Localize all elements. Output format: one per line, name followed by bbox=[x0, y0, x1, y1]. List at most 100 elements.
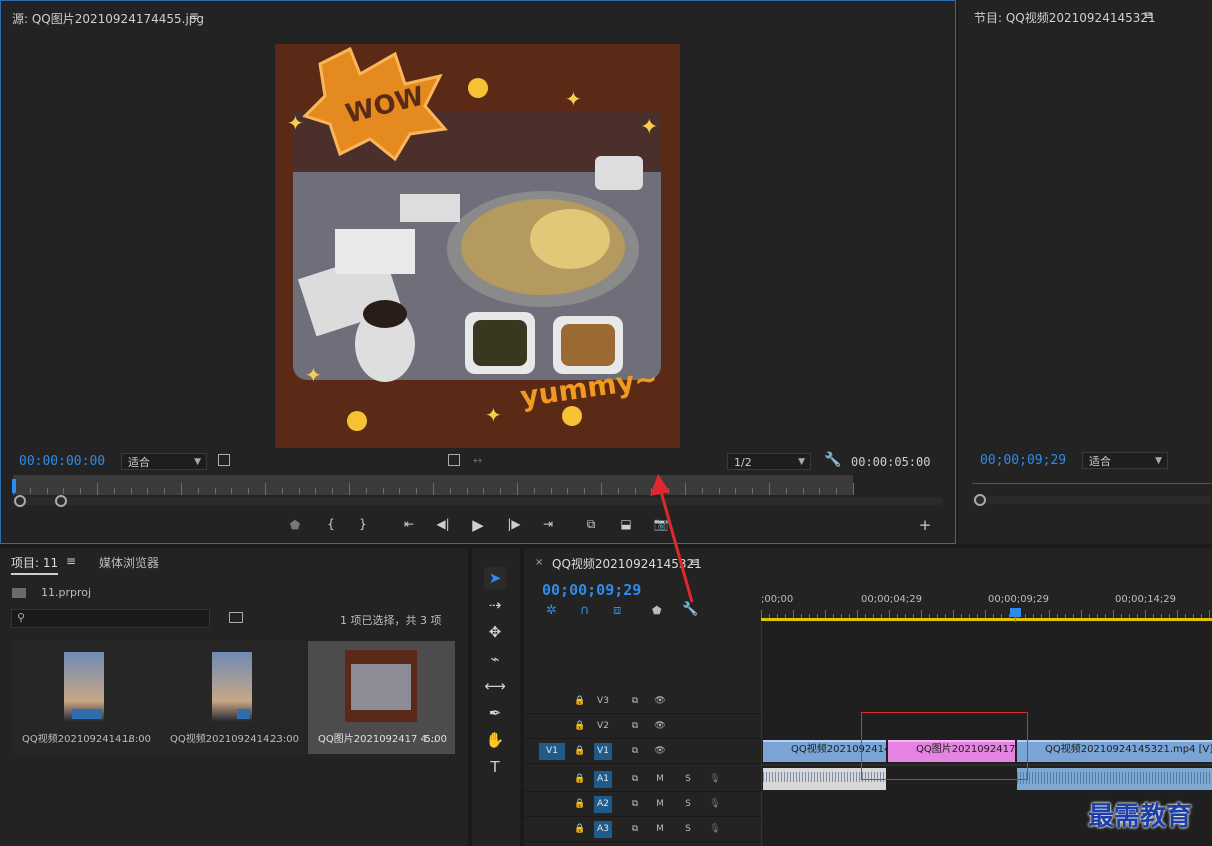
selection-status: 1 项已选择，共 3 项 bbox=[340, 614, 442, 627]
tab-media-browser[interactable]: 媒体浏览器 bbox=[99, 554, 159, 571]
type-tool-icon[interactable]: T bbox=[484, 756, 506, 778]
mute-button[interactable]: M bbox=[651, 771, 669, 788]
source-monitor-title[interactable]: 源: QQ图片20210924174455.jpg bbox=[12, 10, 204, 27]
sync-lock-icon[interactable]: ⧉ bbox=[626, 821, 644, 838]
hamburger-icon[interactable]: ≡ bbox=[189, 9, 199, 23]
track-v2[interactable]: 🔒 V2 ⧉ 👁 bbox=[524, 714, 761, 739]
source-zoom-bar[interactable] bbox=[13, 497, 943, 505]
step-forward-icon[interactable]: |▶ bbox=[504, 517, 524, 531]
lock-icon[interactable]: 🔒 bbox=[571, 771, 589, 788]
lock-icon[interactable]: 🔒 bbox=[571, 796, 589, 813]
eye-icon[interactable]: 👁 bbox=[651, 743, 669, 760]
video-clip[interactable]: QQ视频20210924145321.mp4 [V] bbox=[1017, 740, 1212, 762]
ruler-tick bbox=[785, 488, 787, 494]
lock-icon[interactable]: 🔒 bbox=[571, 718, 589, 735]
project-item-selected[interactable]: QQ图片2021092417 4... 5:00 bbox=[308, 641, 455, 754]
film-icon[interactable] bbox=[448, 454, 460, 466]
sync-lock-icon[interactable]: ⧉ bbox=[626, 771, 644, 788]
solo-button[interactable]: S bbox=[679, 771, 697, 788]
mute-button[interactable]: M bbox=[651, 821, 669, 838]
track-v1[interactable]: V1 🔒 V1 ⧉ 👁 bbox=[524, 739, 761, 764]
resolution-select[interactable]: 1/2 ▼ bbox=[727, 453, 811, 470]
mute-button[interactable]: M bbox=[651, 796, 669, 813]
source-patch-v1[interactable]: V1 bbox=[539, 743, 565, 760]
zoom-handle-left[interactable] bbox=[14, 495, 26, 507]
snap-icon[interactable]: ∩ bbox=[580, 603, 590, 618]
selection-tool-icon[interactable]: ➤ bbox=[484, 567, 506, 589]
program-zoom-bar[interactable] bbox=[972, 496, 1212, 504]
close-icon[interactable]: × bbox=[535, 557, 543, 568]
solo-button[interactable]: S bbox=[679, 821, 697, 838]
track-label[interactable]: A2 bbox=[594, 796, 612, 813]
program-timecode[interactable]: 00;00;09;29 bbox=[980, 453, 1066, 468]
track-label[interactable]: V1 bbox=[594, 743, 612, 760]
ripple-edit-tool-icon[interactable]: ✥ bbox=[484, 621, 506, 643]
search-field[interactable]: ⚲ bbox=[11, 609, 210, 628]
overwrite-icon[interactable]: ⬓ bbox=[616, 517, 636, 531]
add-button-icon[interactable]: + bbox=[915, 516, 935, 534]
timeline-ruler[interactable]: ;00;00 00;00;04;29 00;00;09;29 00;00;14;… bbox=[761, 588, 1212, 622]
program-monitor-title[interactable]: 节目: QQ视频20210924145321 bbox=[974, 9, 1156, 26]
track-a1[interactable]: 🔒 A1 ⧉ M S 🎙 bbox=[524, 767, 761, 792]
solo-button[interactable]: S bbox=[679, 796, 697, 813]
source-playhead[interactable] bbox=[12, 479, 16, 493]
project-item[interactable]: QQ视频2021092414... 18:00 bbox=[12, 641, 159, 754]
ruler-tick bbox=[969, 614, 970, 618]
track-a2[interactable]: 🔒 A2 ⧉ M S 🎙 bbox=[524, 792, 761, 817]
eye-icon[interactable]: 👁 bbox=[651, 718, 669, 735]
pen-tool-icon[interactable]: ✒ bbox=[484, 702, 506, 724]
new-bin-icon[interactable] bbox=[229, 612, 243, 623]
source-timecode-in[interactable]: 00:00:00:00 bbox=[19, 454, 105, 469]
play-icon[interactable]: ▶ bbox=[468, 516, 488, 534]
razor-tool-icon[interactable]: ⌁ bbox=[484, 648, 506, 670]
slip-tool-icon[interactable]: ⟷ bbox=[484, 675, 506, 697]
timeline-timecode[interactable]: 00;00;09;29 bbox=[542, 581, 641, 599]
audio-clip[interactable] bbox=[1017, 768, 1212, 790]
track-label[interactable]: V3 bbox=[594, 693, 612, 710]
zoom-handle-left[interactable] bbox=[974, 494, 986, 506]
mic-icon[interactable]: 🎙 bbox=[706, 796, 724, 813]
track-label[interactable]: A1 bbox=[594, 771, 612, 788]
track-select-tool-icon[interactable]: ⇢ bbox=[484, 594, 506, 616]
program-zoom-select[interactable]: 适合 ▼ bbox=[1082, 452, 1168, 469]
settings-icon[interactable] bbox=[218, 454, 230, 466]
hamburger-icon[interactable]: ≡ bbox=[1143, 8, 1153, 22]
source-timeline-ruler[interactable] bbox=[13, 475, 854, 495]
track-a3[interactable]: 🔒 A3 ⧉ M S 🎙 bbox=[524, 817, 761, 842]
step-back-icon[interactable]: ◀| bbox=[433, 517, 453, 531]
sync-lock-icon[interactable]: ⧉ bbox=[626, 743, 644, 760]
audio-icon[interactable]: ↔ bbox=[473, 454, 482, 467]
mic-icon[interactable]: 🎙 bbox=[706, 771, 724, 788]
sync-lock-icon[interactable]: ⧉ bbox=[626, 693, 644, 710]
insert-icon[interactable]: ⧉ bbox=[581, 517, 601, 532]
project-item[interactable]: QQ视频2021092414... 23:00 bbox=[160, 641, 307, 754]
mark-in-icon[interactable]: { bbox=[321, 517, 341, 531]
mic-icon[interactable]: 🎙 bbox=[706, 821, 724, 838]
sync-lock-icon[interactable]: ⧉ bbox=[626, 796, 644, 813]
tab-project[interactable]: 项目: 11 bbox=[11, 554, 59, 575]
eye-icon[interactable]: 👁 bbox=[651, 693, 669, 710]
work-area-bar[interactable] bbox=[761, 618, 1212, 621]
track-label[interactable]: A3 bbox=[594, 821, 612, 838]
lock-icon[interactable]: 🔒 bbox=[571, 743, 589, 760]
lock-icon[interactable]: 🔒 bbox=[571, 693, 589, 710]
program-ruler[interactable] bbox=[972, 483, 1212, 494]
nest-icon[interactable]: ✲ bbox=[546, 603, 557, 618]
linked-selection-icon[interactable]: ⧈ bbox=[613, 603, 621, 618]
zoom-handle-right[interactable] bbox=[55, 495, 67, 507]
ruler-tick bbox=[1185, 614, 1186, 618]
source-zoom-select[interactable]: 适合 ▼ bbox=[121, 453, 207, 470]
ruler-tick bbox=[281, 488, 283, 494]
track-v3[interactable]: 🔒 V3 ⧉ 👁 bbox=[524, 689, 761, 714]
hand-tool-icon[interactable]: ✋ bbox=[484, 729, 506, 751]
marker-icon[interactable]: ⬟ bbox=[285, 518, 305, 532]
sync-lock-icon[interactable]: ⧉ bbox=[626, 718, 644, 735]
go-to-out-icon[interactable]: ⇥ bbox=[538, 517, 558, 531]
wrench-icon[interactable]: 🔧 bbox=[824, 452, 841, 468]
track-label[interactable]: V2 bbox=[594, 718, 612, 735]
lock-icon[interactable]: 🔒 bbox=[571, 821, 589, 838]
hamburger-icon[interactable]: ≡ bbox=[66, 554, 76, 568]
playhead-handle[interactable] bbox=[1010, 608, 1021, 617]
mark-out-icon[interactable]: } bbox=[353, 517, 373, 531]
go-to-in-icon[interactable]: ⇤ bbox=[399, 517, 419, 531]
